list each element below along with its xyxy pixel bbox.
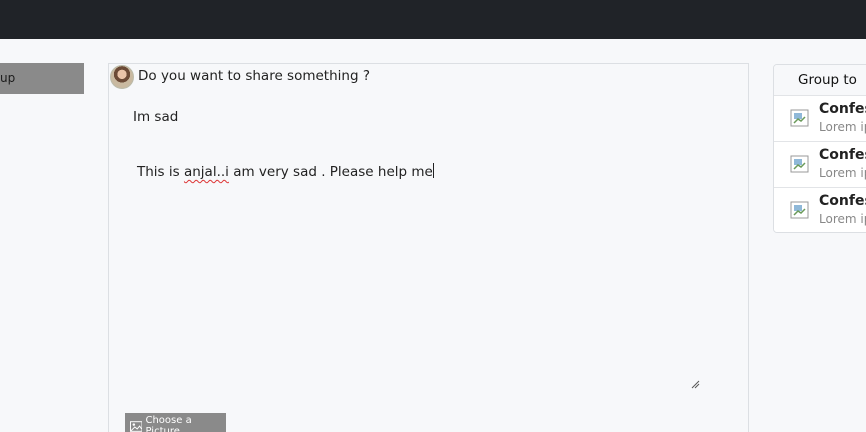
body-text-start: This is	[137, 164, 184, 180]
post-title-input[interactable]	[125, 104, 705, 130]
choose-picture-label: Choose a Picture	[145, 415, 192, 432]
broken-image-icon	[790, 201, 809, 219]
broken-image-icon	[790, 155, 809, 173]
post-body-textarea[interactable]	[129, 156, 701, 392]
list-item[interactable]: Confess Lorem ip	[774, 96, 866, 142]
list-item-subtitle: Lorem ip	[819, 166, 866, 180]
image-icon	[130, 420, 143, 432]
body-text-end: am very sad . Please help me	[228, 164, 433, 180]
list-item[interactable]: Confess Lorem ip	[774, 188, 866, 232]
text-caret	[432, 163, 434, 178]
misspelled-word: anjal..i	[183, 164, 229, 180]
list-item-subtitle: Lorem ip	[819, 212, 866, 226]
list-item-title: Confess	[819, 193, 866, 209]
list-item-subtitle: Lorem ip	[819, 120, 866, 134]
list-item[interactable]: Confess Lorem ip	[774, 142, 866, 188]
avatar[interactable]	[110, 65, 134, 89]
group-panel-title: Group to fo	[774, 65, 866, 118]
group-suggestions-panel: Group to fo Confess Lorem ip Confess Lor…	[773, 64, 866, 233]
broken-image-icon	[790, 109, 809, 127]
list-item-title: Confess	[819, 147, 866, 163]
resize-grip-icon[interactable]	[690, 379, 700, 389]
composer-prompt: Do you want to share something ?	[138, 68, 370, 84]
sidebar-group-button[interactable]: up	[0, 63, 84, 94]
choose-picture-button[interactable]: Choose a Picture	[125, 413, 226, 432]
post-body-text: This is anjal..i am very sad . Please he…	[137, 163, 434, 180]
top-navbar	[0, 0, 866, 39]
post-composer: Do you want to share something ? This is…	[108, 63, 749, 432]
list-item-title: Confess	[819, 101, 866, 117]
